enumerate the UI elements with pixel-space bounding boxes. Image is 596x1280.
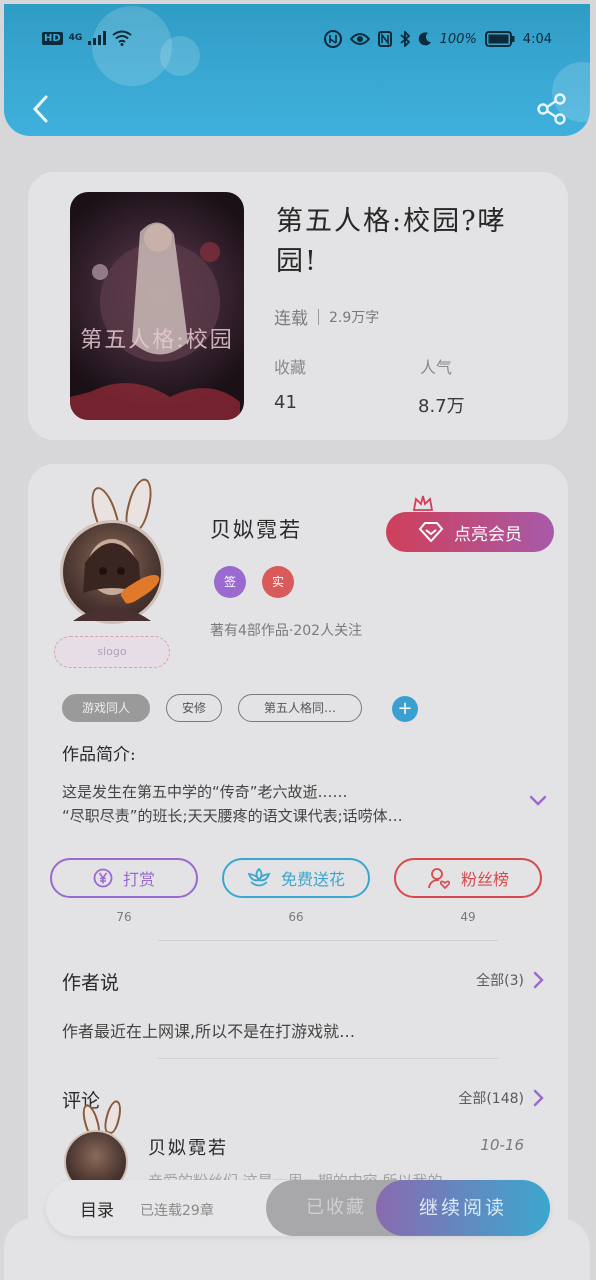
signal-icon — [88, 31, 107, 45]
fans-rank-label: 粉丝榜 — [460, 870, 509, 889]
popularity-label: 人气 — [420, 358, 453, 377]
bluetooth-icon — [400, 31, 410, 47]
collect-label: 收藏 — [274, 358, 307, 377]
bunny-ear-small — [102, 1098, 124, 1136]
eye-icon — [349, 33, 370, 45]
crown-icon — [412, 495, 434, 511]
meta-divider — [318, 308, 319, 325]
tip-count: 76 — [116, 910, 132, 924]
nfc-icon — [323, 30, 342, 48]
word-count: 2.9万字 — [329, 309, 380, 326]
share-icon[interactable] — [536, 92, 568, 126]
author-says-all-link[interactable]: 全部(3) — [476, 970, 544, 990]
author-avatar[interactable] — [60, 520, 164, 624]
top-header: HD 4G 100% 4:04 — [4, 4, 590, 136]
comment-date: 10-16 — [480, 1136, 524, 1154]
tag-identityv[interactable]: 第五人格同… — [238, 694, 362, 722]
fans-count: 49 — [460, 910, 476, 924]
chapter-count: 已连载29章 — [140, 1203, 214, 1219]
cover-art — [70, 222, 240, 420]
tag-game-fanfic[interactable]: 游戏同人 — [62, 694, 150, 722]
hd-icon: HD — [42, 31, 63, 45]
chevron-right-icon — [533, 971, 544, 989]
vip-button-label: 点亮会员 — [454, 524, 522, 545]
author-logo-strip: slogo — [54, 636, 170, 668]
popularity-value: 8.7万 — [418, 396, 465, 417]
vip-button[interactable]: 点亮会员 — [386, 512, 554, 552]
book-title: 第五人格:校园?哮园! — [276, 206, 507, 277]
author-stats: 著有4部作品·202人关注 — [210, 623, 363, 639]
comments-all-label: 全部(148) — [458, 1091, 524, 1107]
n-mark-icon — [377, 31, 392, 47]
flower-icon — [247, 867, 271, 887]
cover-title-text: 第五人格:校园 — [80, 328, 234, 353]
divider — [158, 1058, 498, 1059]
avatar-art — [73, 539, 151, 621]
send-flower-button[interactable]: 免费送花 — [222, 858, 370, 898]
author-name[interactable]: 贝姒霓若 — [210, 514, 302, 544]
user-heart-icon — [428, 868, 451, 890]
chevron-down-icon[interactable] — [528, 794, 548, 808]
chevron-right-icon — [533, 1089, 544, 1107]
book-meta: 连载 2.9万字 — [274, 304, 379, 329]
intro-line: “尽职尽责”的班长;天天腰疼的语文课代表;话唠体… — [62, 807, 403, 825]
book-info-card: 第五人格:校园 第五人格:校园?哮园! 连载 2.9万字 收藏 41 人气 8.… — [28, 172, 568, 440]
collect-value: 41 — [274, 392, 297, 413]
back-icon[interactable] — [26, 92, 56, 126]
continue-reading-button[interactable]: 继续阅读 — [376, 1180, 550, 1236]
send-flower-label: 免费送花 — [280, 870, 345, 889]
fans-rank-button[interactable]: 粉丝榜 — [394, 858, 542, 898]
diamond-icon — [418, 522, 444, 542]
author-says-text[interactable]: 作者最近在上网课,所以不是在打游戏就… — [62, 1018, 532, 1042]
divider — [158, 940, 498, 941]
moon-icon — [418, 32, 431, 46]
add-tag-button[interactable]: + — [392, 696, 418, 722]
intro-line: 这是发生在第五中学的“传奇”老六故逝…… — [62, 783, 348, 801]
book-cover[interactable]: 第五人格:校园 — [70, 192, 244, 420]
tip-button[interactable]: 打赏 — [50, 858, 198, 898]
clock: 4:04 — [522, 31, 552, 47]
tag-anxiu[interactable]: 安修 — [166, 694, 222, 722]
intro-label: 作品简介: — [62, 745, 136, 765]
flower-count: 66 — [288, 910, 304, 924]
signed-badge: 签 — [214, 566, 246, 598]
table-of-contents-button[interactable]: 目录 — [80, 1196, 114, 1221]
wifi-icon — [112, 30, 132, 46]
author-card: slogo 贝姒霓若 签 实 著有4部作品·202人关注 点亮会员 游戏同人 安… — [28, 464, 568, 1244]
verified-badge: 实 — [262, 566, 294, 598]
author-says-all-label: 全部(3) — [476, 973, 524, 989]
comment-author-name[interactable]: 贝姒霓若 — [148, 1134, 228, 1160]
comments-all-link[interactable]: 全部(148) — [458, 1088, 544, 1108]
status-bar: HD 4G 100% 4:04 — [4, 4, 590, 74]
comments-title: 评论 — [62, 1090, 101, 1112]
tip-label: 打赏 — [122, 870, 155, 889]
intro-text: 这是发生在第五中学的“传奇”老六故逝…… “尽职尽责”的班长;天天腰疼的语文课代… — [62, 780, 502, 828]
serial-status: 连载 — [274, 309, 308, 329]
battery-percent: 100% — [439, 31, 477, 47]
network-type: 4G — [68, 33, 83, 43]
author-says-title: 作者说 — [62, 972, 120, 994]
yen-icon — [93, 868, 113, 888]
battery-icon — [484, 31, 515, 47]
